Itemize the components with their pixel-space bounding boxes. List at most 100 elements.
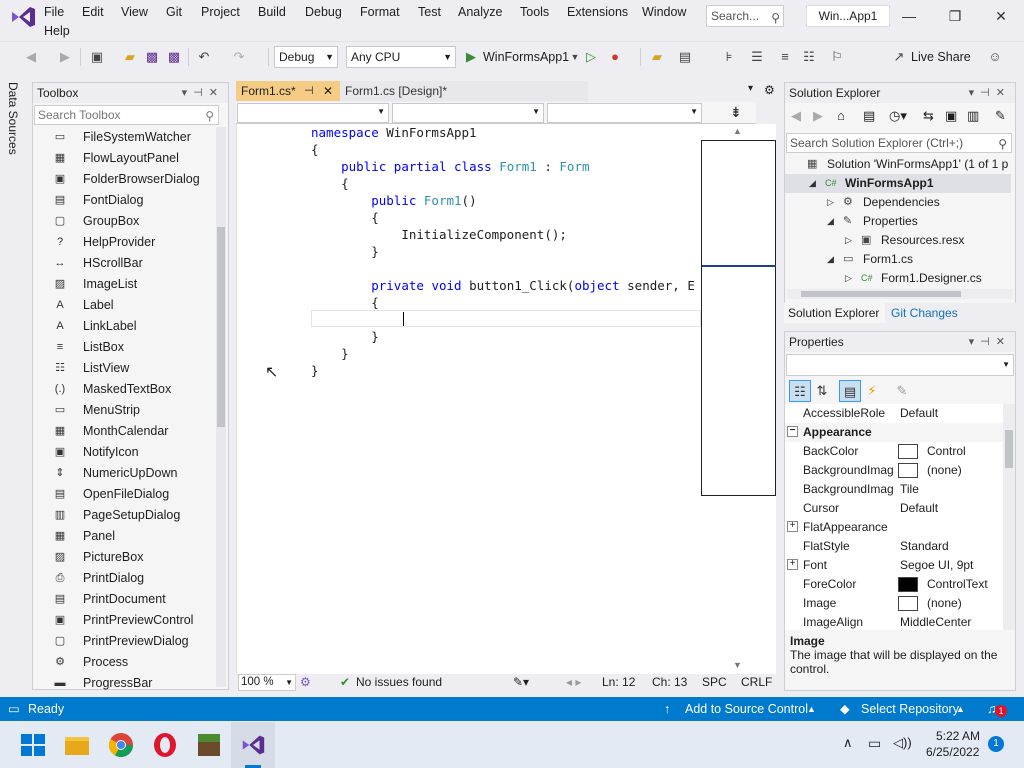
live-share-icon[interactable]: ↗ bbox=[890, 48, 908, 66]
back-icon[interactable]: ◀ bbox=[22, 48, 40, 66]
expand-icon[interactable]: + bbox=[787, 521, 798, 532]
menu-test[interactable]: Test bbox=[418, 3, 441, 21]
property-row[interactable]: Image (none) bbox=[785, 594, 1003, 613]
property-row[interactable]: + FlatAppearance bbox=[785, 518, 1003, 537]
code-line[interactable]: public Form1() bbox=[311, 192, 476, 209]
property-row[interactable]: FlatStyle Standard bbox=[785, 537, 1003, 556]
panel-controls[interactable]: ▾⊣✕ bbox=[969, 83, 1011, 103]
code-line[interactable]: { bbox=[311, 209, 379, 226]
events-icon[interactable]: ⚡ bbox=[861, 380, 883, 402]
feedback-icon[interactable]: ☺ bbox=[986, 48, 1004, 66]
property-pages-icon[interactable]: ✎ bbox=[891, 380, 913, 402]
property-value[interactable]: Standard bbox=[900, 537, 1000, 556]
menu-format[interactable]: Format bbox=[360, 3, 400, 21]
tree-item[interactable]: ◢ C# WinFormsApp1 bbox=[785, 174, 1011, 193]
properties-scrollbar[interactable] bbox=[1003, 404, 1015, 630]
toolbox-item[interactable]: ≡ ListBox bbox=[33, 337, 215, 358]
new-project-icon[interactable]: ▣ bbox=[88, 48, 106, 66]
issues-status[interactable]: No issues found bbox=[356, 674, 442, 691]
property-row[interactable]: ForeColor ControlText bbox=[785, 575, 1003, 594]
menu-build[interactable]: Build bbox=[258, 3, 286, 21]
scrollbar-thumb[interactable] bbox=[217, 227, 225, 427]
categorized-icon[interactable]: ☷ bbox=[789, 380, 811, 402]
toolbox-item[interactable]: ▣ NotifyIcon bbox=[33, 442, 215, 463]
code-cleanup-icon[interactable]: ✎▾ bbox=[513, 674, 529, 691]
code-line[interactable]: private void button1_Click(object sender… bbox=[311, 277, 695, 294]
tab-form1-design[interactable]: Form1.cs [Design]* bbox=[340, 81, 588, 101]
tree-item[interactable]: ▷ C# Form1.Designer.cs bbox=[785, 269, 1011, 288]
property-row[interactable]: AccessibleRole Default bbox=[785, 404, 1003, 423]
code-line[interactable]: InitializeComponent(); bbox=[311, 226, 567, 243]
toolbox-item[interactable]: ▤ PrintDocument bbox=[33, 589, 215, 610]
expanded-arrow-icon[interactable]: ◢ bbox=[809, 174, 816, 193]
menu-extensions[interactable]: Extensions bbox=[567, 3, 628, 21]
property-value[interactable]: Default bbox=[900, 499, 1000, 518]
collapse-all-icon[interactable]: ▣ bbox=[945, 108, 957, 124]
toolbox-item[interactable]: ▤ OpenFileDialog bbox=[33, 484, 215, 505]
property-value[interactable]: Control bbox=[927, 442, 1003, 461]
toolbox-item[interactable]: ▥ PageSetupDialog bbox=[33, 505, 215, 526]
expanded-arrow-icon[interactable]: ◢ bbox=[827, 212, 834, 231]
property-row[interactable]: ImageAlign MiddleCenter bbox=[785, 613, 1003, 630]
layout-icon[interactable]: ▤ bbox=[676, 48, 694, 66]
configuration-select[interactable]: Debug ▼ bbox=[274, 46, 338, 68]
property-value[interactable]: Tile bbox=[900, 480, 1000, 499]
minimize-icon[interactable]: — bbox=[893, 5, 925, 27]
bookmark-icon[interactable]: ⚐ bbox=[828, 48, 846, 66]
type-select[interactable]: ▼ bbox=[392, 103, 544, 123]
scrollbar-thumb[interactable] bbox=[801, 291, 961, 297]
code-line[interactable]: } bbox=[311, 243, 379, 260]
close-icon[interactable]: ✕ bbox=[985, 5, 1017, 27]
toolbox-item[interactable]: ? HelpProvider bbox=[33, 232, 215, 253]
maximize-icon[interactable]: ❐ bbox=[939, 5, 971, 27]
volume-icon[interactable]: ◁)) bbox=[893, 735, 912, 751]
tree-item[interactable]: ▷ ▣ Resources.resx bbox=[785, 231, 1011, 250]
pending-changes-icon[interactable]: ◷▾ bbox=[889, 108, 907, 124]
property-value[interactable]: (none) bbox=[927, 594, 1003, 613]
align-icon[interactable]: ⊧ bbox=[720, 48, 738, 66]
tab-form1-cs[interactable]: Form1.cs* ⊣ ✕ bbox=[236, 81, 340, 101]
whitespace-indicator[interactable]: SPC bbox=[702, 674, 727, 691]
toolbox-item[interactable]: ▣ PrintPreviewControl bbox=[33, 610, 215, 631]
property-value[interactable]: (none) bbox=[927, 461, 1003, 480]
network-icon[interactable]: ▭ bbox=[868, 735, 881, 752]
minecraft-icon[interactable] bbox=[195, 731, 223, 759]
save-icon[interactable]: ▩ bbox=[143, 48, 161, 66]
close-icon[interactable]: ✕ bbox=[323, 81, 333, 101]
property-row[interactable]: BackColor Control bbox=[785, 442, 1003, 461]
toolbox-item[interactable]: ▨ PictureBox bbox=[33, 547, 215, 568]
member-select[interactable]: ▼ bbox=[547, 103, 702, 123]
add-source-control-button[interactable]: Add to Source Control bbox=[685, 697, 808, 721]
collapsed-arrow-icon[interactable]: ▷ bbox=[845, 269, 852, 288]
intellicode-icon[interactable]: ⚙ bbox=[300, 674, 311, 691]
search-input[interactable]: Search... ⚲ bbox=[706, 5, 784, 27]
notification-center-badge[interactable]: 1 bbox=[988, 736, 1004, 752]
property-row[interactable]: + Font Segoe UI, 9pt bbox=[785, 556, 1003, 575]
chevron-up-icon[interactable]: ▲ bbox=[956, 697, 965, 721]
menu-view[interactable]: View bbox=[121, 3, 148, 21]
expanded-arrow-icon[interactable]: ◢ bbox=[827, 250, 834, 269]
clock-date[interactable]: 6/25/2022 bbox=[926, 745, 979, 759]
opera-icon[interactable] bbox=[151, 731, 179, 759]
show-all-files-icon[interactable]: ▥ bbox=[967, 108, 979, 124]
project-select[interactable]: ▼ bbox=[237, 103, 389, 123]
menu-git[interactable]: Git bbox=[166, 3, 182, 21]
tree-item[interactable]: ▷ ⚙ Dependencies bbox=[785, 193, 1011, 212]
code-line[interactable]: { bbox=[311, 294, 379, 311]
menu-tools[interactable]: Tools bbox=[520, 3, 549, 21]
properties-view-icon[interactable]: ▤ bbox=[839, 380, 861, 402]
toolbox-item[interactable]: ▤ FontDialog bbox=[33, 190, 215, 211]
toolbox-item[interactable]: ↔ HScrollBar bbox=[33, 253, 215, 274]
forward-icon[interactable]: ▶ bbox=[813, 108, 823, 124]
nav-arrows-icon[interactable]: ◂ ▸ bbox=[566, 674, 581, 691]
code-editor[interactable]: namespace WinFormsApp1{ public partial c… bbox=[236, 124, 776, 674]
tab-git-changes[interactable]: Git Changes bbox=[887, 303, 961, 323]
toolbox-item[interactable]: ▭ MenuStrip bbox=[33, 400, 215, 421]
scroll-up-icon[interactable]: ▲ bbox=[733, 126, 742, 136]
code-line[interactable]: namespace WinFormsApp1 bbox=[311, 124, 477, 141]
toolbox-item[interactable]: ▣ FolderBrowserDialog bbox=[33, 169, 215, 190]
tree-item[interactable]: ◢ ▭ Form1.cs bbox=[785, 250, 1011, 269]
code-line[interactable]: } bbox=[311, 328, 379, 345]
object-select[interactable]: ▼ bbox=[786, 354, 1014, 376]
data-sources-tab[interactable]: Data Sources bbox=[0, 80, 24, 170]
